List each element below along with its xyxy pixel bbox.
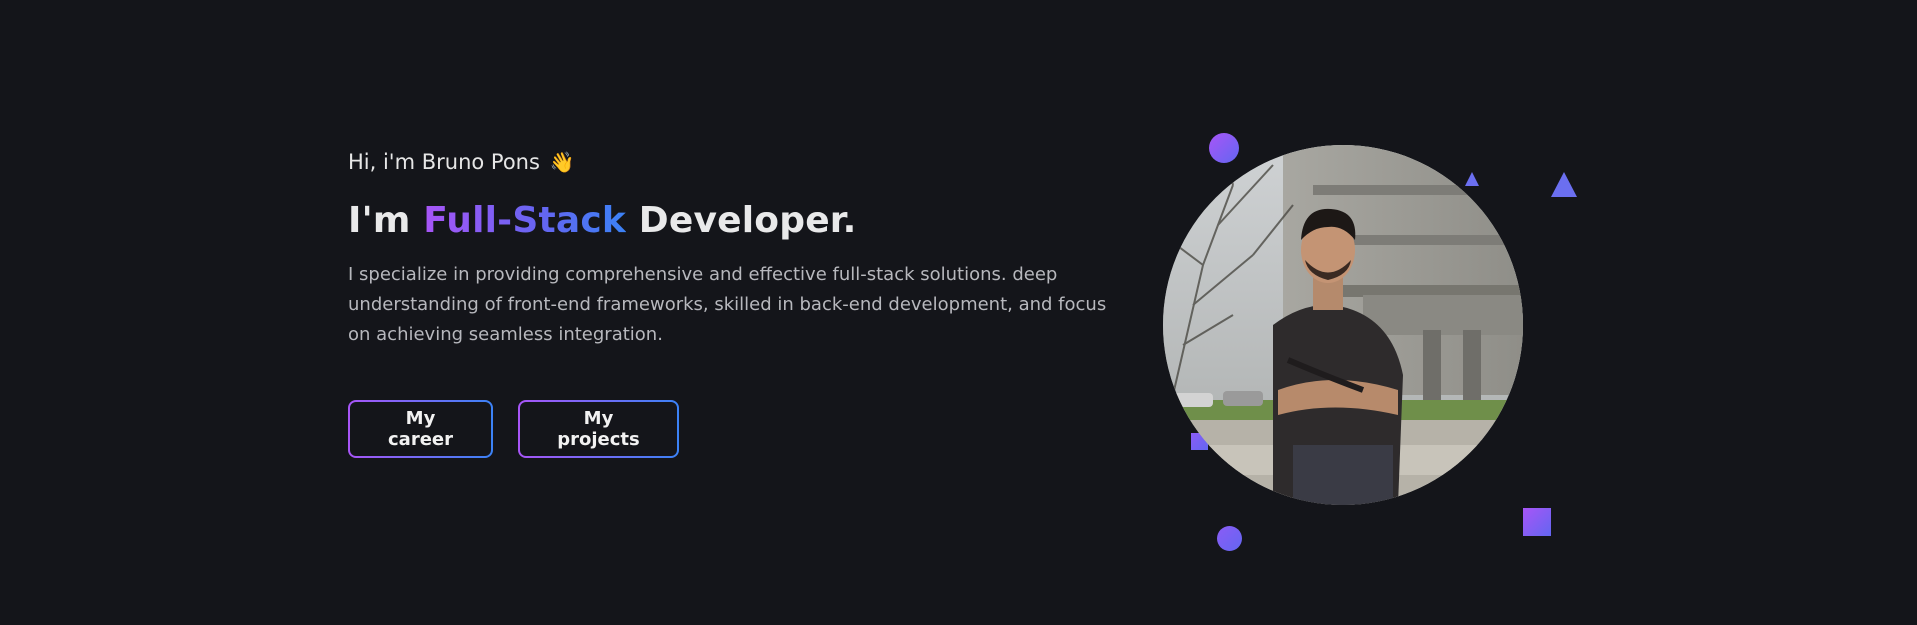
hero-description: I specialize in providing comprehensive … (348, 264, 1107, 345)
my-projects-button[interactable]: My projects (518, 400, 679, 458)
decorative-circle (1217, 526, 1242, 551)
decorative-circle (1209, 133, 1239, 163)
decorative-triangle (1551, 172, 1577, 197)
page-title: I'm Full-Stack Developer. (348, 198, 1128, 244)
my-career-button[interactable]: My career (348, 400, 493, 458)
hero-buttons: My career My projects (348, 400, 1128, 458)
headline-prefix: I'm (348, 200, 424, 241)
greeting-text: Hi, i'm Bruno Pons (348, 150, 540, 174)
waving-hand-icon: 👋 (549, 150, 575, 174)
headline-highlight: Full-Stack (423, 200, 627, 241)
hero-section: Hi, i'm Bruno Pons 👋 I'm Full-Stack Deve… (0, 0, 1917, 625)
profile-photo-icon (1163, 145, 1523, 505)
hero-text: Hi, i'm Bruno Pons 👋 I'm Full-Stack Deve… (348, 146, 1128, 458)
decorative-square (1523, 508, 1551, 536)
avatar (1163, 145, 1523, 505)
decorative-triangle (1465, 172, 1479, 186)
headline-suffix: Developer. (626, 200, 857, 241)
greeting: Hi, i'm Bruno Pons 👋 (348, 146, 1128, 178)
